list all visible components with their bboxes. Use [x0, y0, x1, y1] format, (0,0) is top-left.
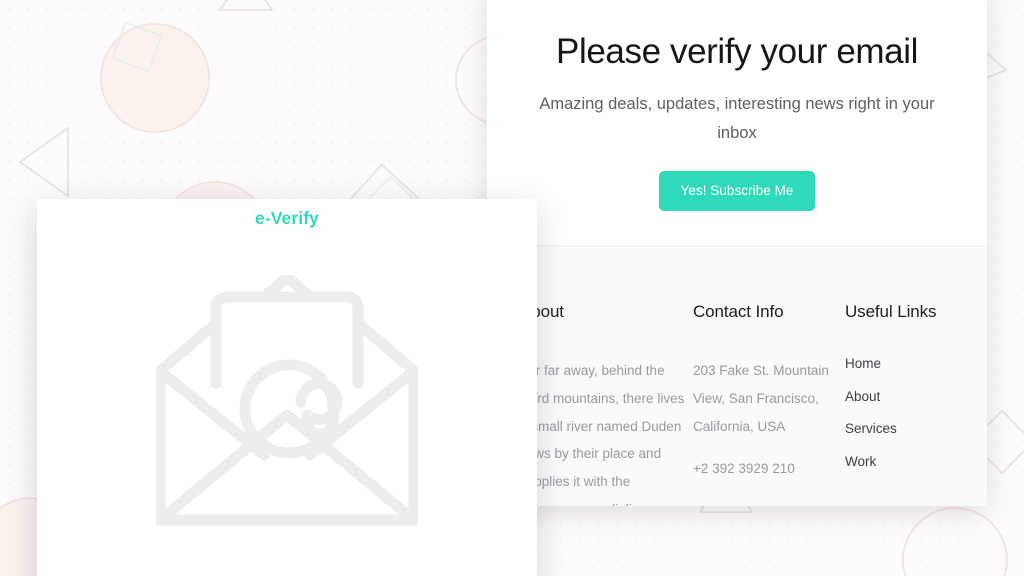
- footer-link-about[interactable]: About: [845, 390, 987, 404]
- footer-link-work[interactable]: Work: [845, 455, 987, 469]
- hero-section: Please verify your email Amazing deals, …: [487, 0, 987, 246]
- everify-card: e-Verify: [37, 199, 537, 576]
- footer-columns: About Far far away, behind the word moun…: [511, 303, 963, 506]
- contact-address: 203 Fake St. Mountain View, San Francisc…: [693, 363, 829, 434]
- hero-subtitle: Amazing deals, updates, interesting news…: [539, 95, 935, 142]
- footer-link-services[interactable]: Services: [845, 422, 987, 436]
- footer-column-useful-links: Useful Links Home About Services Work: [845, 303, 987, 468]
- footer-column-contact: Contact Info 203 Fake St. Mountain View,…: [693, 303, 845, 483]
- content-panel: Please verify your email Amazing deals, …: [487, 0, 987, 506]
- footer-heading-contact: Contact Info: [693, 302, 784, 322]
- site-footer: About Far far away, behind the word moun…: [487, 245, 987, 506]
- contact-phone[interactable]: +2 392 3929 210: [693, 455, 845, 483]
- footer-link-home[interactable]: Home: [845, 357, 987, 371]
- subscribe-button[interactable]: Yes! Subscribe Me: [658, 170, 816, 212]
- everify-title: e-Verify: [254, 208, 320, 228]
- everify-icon-container: [37, 275, 537, 527]
- footer-column-about: About Far far away, behind the word moun…: [511, 303, 693, 506]
- open-envelope-at-symbol-icon: [156, 275, 418, 526]
- footer-about-text: Far far away, behind the word mountains,…: [520, 363, 685, 506]
- footer-heading-useful-links: Useful Links: [845, 302, 937, 322]
- page-title: Please verify your email: [556, 32, 918, 71]
- footer-heading-about: About: [520, 302, 564, 322]
